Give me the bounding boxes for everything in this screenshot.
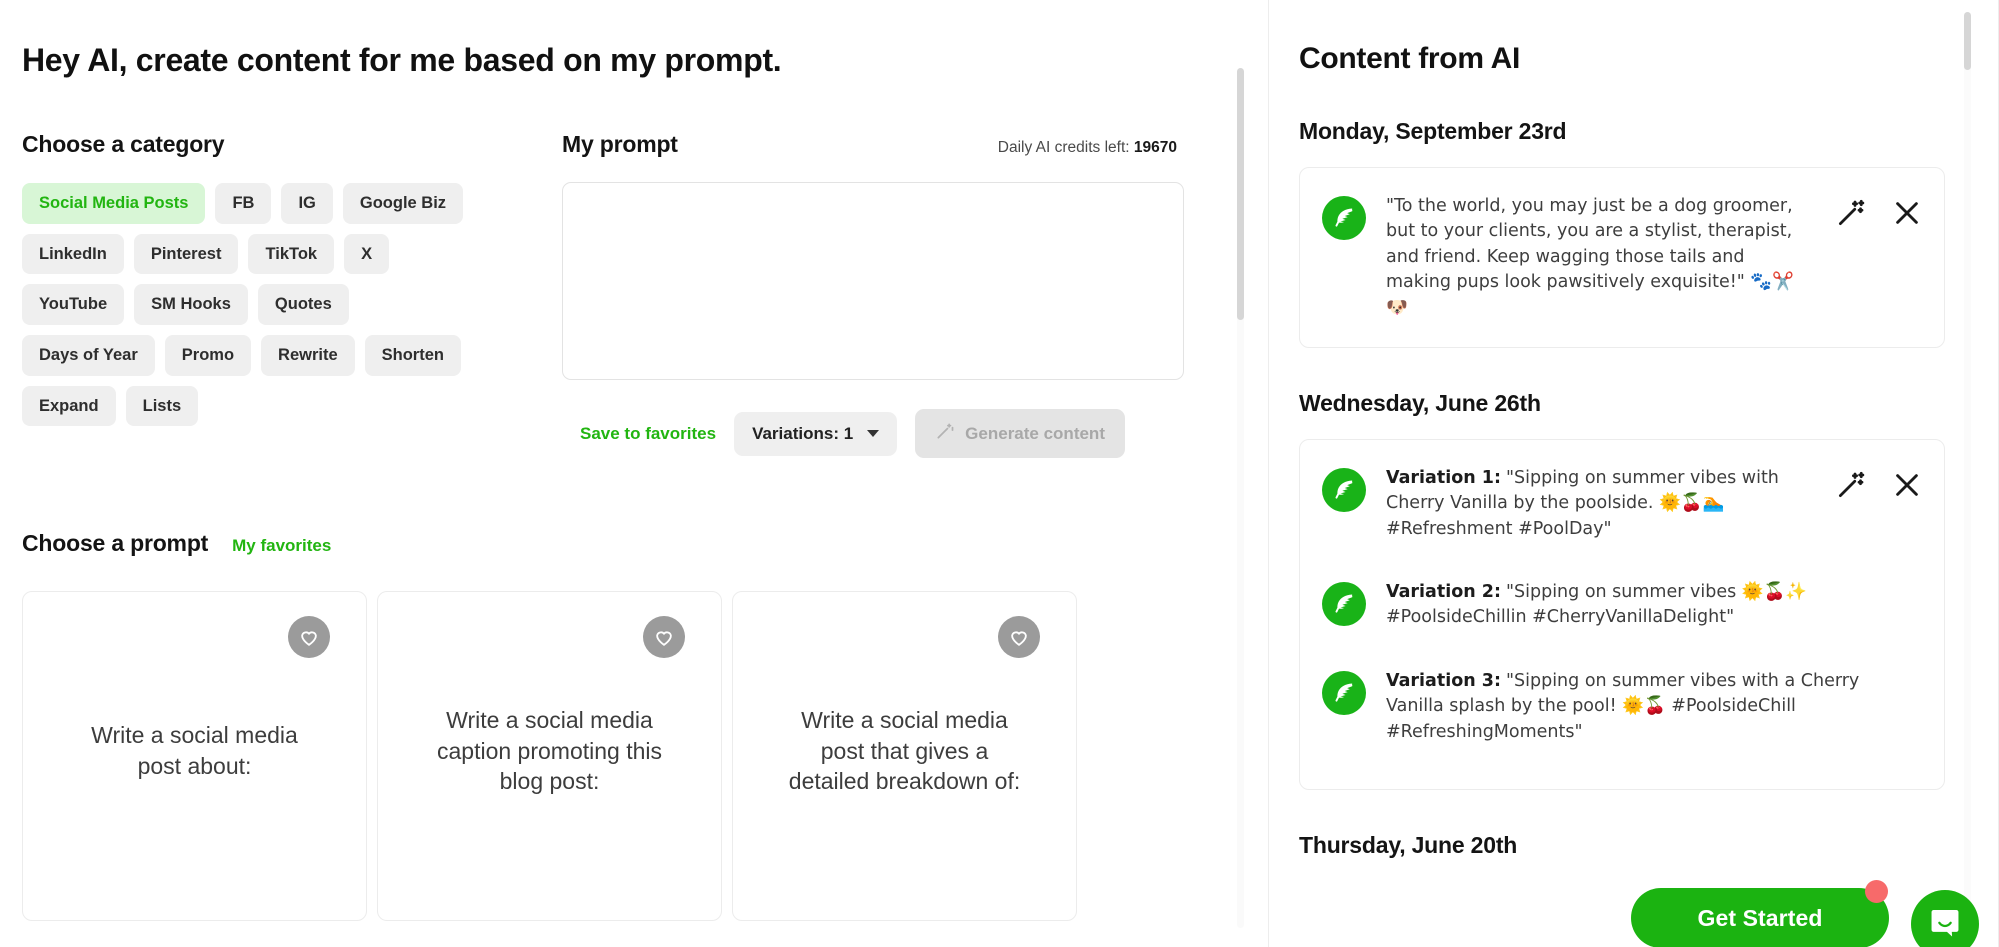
close-icon[interactable] [1892,470,1922,500]
left-columns: Choose a category Social Media PostsFBIG… [0,131,1268,458]
category-heading: Choose a category [22,131,562,158]
ai-content-variation-label: Variation 3: [1386,671,1501,691]
favorite-heart-icon[interactable] [998,616,1040,658]
generate-content-button[interactable]: Generate content [915,409,1125,458]
ai-content-row: Variation 3:"Sipping on summer vibes wit… [1322,669,1922,745]
ai-card-actions [1836,198,1922,228]
prompt-card-text: Write a social media post that gives a d… [785,705,1025,797]
variations-dropdown[interactable]: Variations: 1 [734,412,897,456]
right-panel-scrollbar[interactable] [1964,12,1971,932]
category-chip-linkedin[interactable]: LinkedIn [22,234,124,275]
category-chip-x[interactable]: X [344,234,389,275]
magic-wand-icon[interactable] [1836,198,1866,228]
prompt-header-row: My prompt Daily AI credits left: 19670 [562,131,1202,158]
category-chip-group: Social Media PostsFBIG Google Biz LinkedIn… [22,183,467,426]
left-panel-scrollbar-thumb[interactable] [1237,68,1244,320]
daily-credits: Daily AI credits left: 19670 [998,139,1177,157]
category-chip-promo[interactable]: Promo [165,335,251,376]
ai-card-actions [1836,470,1922,500]
category-chip-shorten[interactable]: Shorten [365,335,461,376]
chat-bubble-icon [1928,905,1962,944]
category-chip-sm-hooks[interactable]: SM Hooks [134,284,248,325]
favorite-heart-icon[interactable] [288,616,330,658]
page-title: Hey AI, create content for me based on m… [22,42,1268,79]
category-chip-rewrite[interactable]: Rewrite [261,335,355,376]
prompt-card-text: Write a social media post about: [75,720,315,781]
ai-content-card: Variation 1:"Sipping on summer vibes wit… [1299,439,1945,790]
magic-wand-icon[interactable] [1836,470,1866,500]
ai-content-variation-label: Variation 1: [1386,468,1501,488]
category-column: Choose a category Social Media PostsFBIG… [22,131,562,458]
quill-feather-icon [1322,196,1366,240]
category-chip-youtube[interactable]: YouTube [22,284,124,325]
ai-content-text: "To the world, you may just be a dog gro… [1386,194,1816,321]
daily-credits-label: Daily AI credits left: [998,139,1130,156]
left-panel: Hey AI, create content for me based on m… [0,0,1268,947]
get-started-button[interactable]: Get Started [1631,888,1889,947]
choose-prompt-header: Choose a prompt My favorites [22,530,1268,557]
ai-group-date: Thursday, June 20th [1299,832,1999,859]
ai-content-text: Variation 3:"Sipping on summer vibes wit… [1386,669,1922,745]
ai-content-text: Variation 1:"Sipping on summer vibes wit… [1386,466,1816,542]
category-chip-fb[interactable]: FB [215,183,271,224]
quill-feather-icon [1322,582,1366,626]
ai-group-date: Monday, September 23rd [1299,118,1999,145]
category-chip-quotes[interactable]: Quotes [258,284,349,325]
category-chip-social-media-posts[interactable]: Social Media Posts [22,183,205,224]
category-chip-pinterest[interactable]: Pinterest [134,234,239,275]
prompt-card-list: Write a social media post about: Write a … [22,591,1268,921]
quill-feather-icon [1322,671,1366,715]
ai-content-variation-label: Variation 2: [1386,582,1501,602]
ai-content-card: "To the world, you may just be a dog gro… [1299,167,1945,348]
ai-content-body: "To the world, you may just be a dog gro… [1386,196,1794,318]
prompt-actions: Save to favorites Variations: 1 [562,409,1202,458]
category-chip-google-biz[interactable]: Google Biz [343,183,463,224]
prompt-card[interactable]: Write a social media post that gives a d… [732,591,1077,921]
app-root: Hey AI, create content for me based on m… [0,0,1999,947]
quill-feather-icon [1322,468,1366,512]
favorite-heart-icon[interactable] [643,616,685,658]
category-chip-lists[interactable]: Lists [126,386,199,427]
close-icon[interactable] [1892,198,1922,228]
generate-content-label: Generate content [965,424,1105,444]
magic-wand-icon [935,421,955,446]
ai-content-groups: Monday, September 23rd "To the world, you… [1299,118,1999,859]
save-to-favorites-link[interactable]: Save to favorites [580,424,716,444]
left-panel-scrollbar[interactable] [1237,68,1244,928]
my-favorites-link[interactable]: My favorites [232,536,331,556]
prompt-card-text: Write a social media caption promoting t… [430,705,670,797]
right-panel-scrollbar-thumb[interactable] [1964,12,1971,70]
choose-prompt-heading: Choose a prompt [22,530,208,557]
prompt-column: My prompt Daily AI credits left: 19670 S… [562,131,1202,458]
prompt-heading: My prompt [562,131,678,158]
prompt-input[interactable] [562,182,1184,380]
notification-dot [1865,880,1888,903]
content-panel-title: Content from AI [1299,42,1999,76]
content-from-ai-panel: Content from AI Monday, September 23rd "T… [1268,0,1999,947]
category-chip-ig[interactable]: IG [281,183,332,224]
variations-label: Variations: 1 [752,424,853,444]
ai-content-row: Variation 1:"Sipping on summer vibes wit… [1322,466,1922,542]
category-chip-expand[interactable]: Expand [22,386,116,427]
prompt-card[interactable]: Write a social media caption promoting t… [377,591,722,921]
category-chip-tiktok[interactable]: TikTok [248,234,334,275]
ai-content-text: Variation 2:"Sipping on summer vibes 🌞🍒✨… [1386,580,1922,631]
prompt-card[interactable]: Write a social media post about: [22,591,367,921]
ai-group-date: Wednesday, June 26th [1299,390,1999,417]
daily-credits-value: 19670 [1134,139,1177,156]
category-chip-days-of-year[interactable]: Days of Year [22,335,155,376]
ai-content-row: "To the world, you may just be a dog gro… [1322,194,1922,321]
chevron-down-icon [867,430,879,437]
ai-content-row: Variation 2:"Sipping on summer vibes 🌞🍒✨… [1322,580,1922,631]
